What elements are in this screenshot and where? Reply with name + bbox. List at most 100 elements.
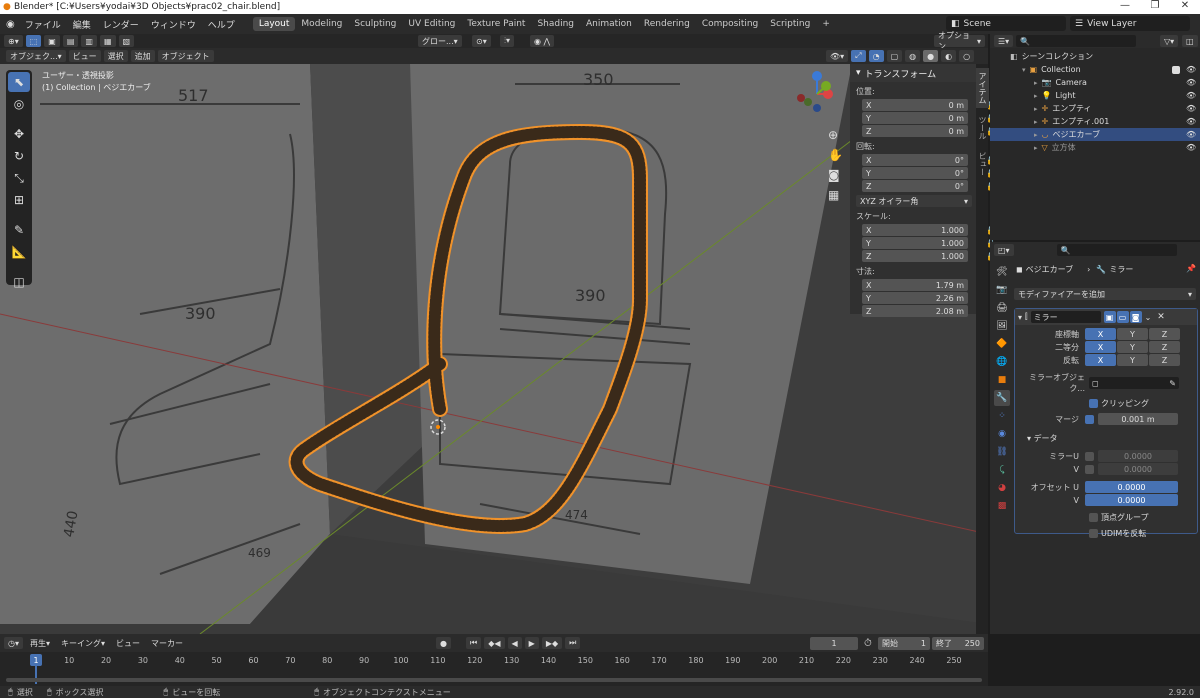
mirror-u-field[interactable]: 0.0000 [1098,450,1178,462]
mirror-u-checkbox[interactable] [1085,451,1094,461]
jump-end-icon[interactable]: ⏭ [565,637,581,649]
pan-hand-icon[interactable]: ✋ [828,148,843,162]
select-tool-icon[interactable]: ⬉ [8,72,30,92]
expand-arrow-icon[interactable]: ▾ [1022,66,1026,74]
xray-icon[interactable]: ▢ [886,50,903,62]
data-subpanel-header[interactable]: ▾ データ [1015,433,1197,444]
rotation-x-field[interactable]: X0°🔓 [862,154,996,166]
proportional-edit-icon[interactable]: ◉ ⋀ [530,35,555,47]
overlay-icon[interactable]: ◔ [868,50,884,62]
outliner-row[interactable]: ▸ ▽ 立方体 👁 [990,141,1200,154]
modifier-tab-icon[interactable]: 🔧 [994,390,1010,406]
timeline-scrollbar[interactable] [6,678,982,682]
menu-object[interactable]: オブジェクト [157,50,214,62]
record-icon[interactable]: ● [436,637,451,649]
tab-texture-paint[interactable]: Texture Paint [461,17,531,31]
flip-z-toggle[interactable]: Z [1149,354,1180,366]
close-icon[interactable]: ✕ [1170,0,1200,11]
outliner-search-input[interactable]: 🔍 [1016,35,1137,47]
menu-window[interactable]: ウィンドウ [145,18,202,31]
scene-selector[interactable]: ◧ Scene [946,16,1066,31]
move-tool-icon[interactable]: ✥ [8,124,30,144]
rotation-y-field[interactable]: Y0°🔓 [862,167,996,179]
prev-keyframe-icon[interactable]: ◆◀ [484,637,505,649]
expand-arrow-icon[interactable]: ▸ [1034,105,1038,113]
tab-item[interactable]: アイテム [976,68,989,108]
location-x-field[interactable]: X0 m🔓 [862,99,996,111]
visibility-eye-icon[interactable]: 👁 [1186,104,1196,113]
render-tab-icon[interactable]: 📷 [994,282,1010,298]
visibility-eye-icon[interactable]: 👁 [1186,91,1196,100]
modifier-menu-icon[interactable]: ⌄ [1145,313,1152,322]
visibility-eye-icon[interactable]: 👁 [1186,117,1196,126]
scale-y-field[interactable]: Y1.000🔓 [862,237,996,249]
cursor-tool-icon[interactable]: ◎ [8,94,30,114]
view-layer-selector[interactable]: ☰ View Layer [1070,16,1190,31]
scene-tab-icon[interactable]: 🔶 [994,336,1010,352]
tab-scripting[interactable]: Scripting [764,17,816,31]
bisect-z-toggle[interactable]: Z [1149,341,1180,353]
menu-timeline-view[interactable]: ビュー [112,637,144,649]
menu-edit[interactable]: 編集 [67,18,97,31]
shading-solid-icon[interactable]: ● [923,50,939,62]
outliner-row[interactable]: ▸ 💡 Light 👁 [990,89,1200,102]
axis-y-toggle[interactable]: Y [1117,328,1148,340]
add-cube-tool-icon[interactable]: ◫ [8,272,30,292]
outliner-row[interactable]: ▾ ▣ Collection 👁 [990,63,1200,76]
outliner-row[interactable]: ▸ 📷 Camera 👁 [990,76,1200,89]
blender-menu-icon[interactable]: ◉ [6,19,15,30]
scene-collection-row[interactable]: ◧ シーンコレクション [990,50,1200,63]
properties-editor-icon[interactable]: ◰▾ [994,244,1014,256]
material-tab-icon[interactable]: ◕ [994,480,1010,496]
tab-compositing[interactable]: Compositing [696,17,764,31]
add-modifier-dropdown[interactable]: モディファイアーを追加 ▾ [1014,288,1196,300]
bisect-y-toggle[interactable]: Y [1117,341,1148,353]
visibility-icon[interactable]: 👁▾ [826,50,849,62]
tab-rendering[interactable]: Rendering [638,17,696,31]
vertex-group-checkbox[interactable] [1089,513,1098,522]
select-box-icon[interactable]: ▣ [44,35,60,47]
world-tab-icon[interactable]: 🌐 [994,354,1010,370]
measure-tool-icon[interactable]: 📐 [8,242,30,262]
scale-z-field[interactable]: Z1.000🔓 [862,250,996,262]
maximize-icon[interactable]: ❐ [1140,0,1170,11]
expand-arrow-icon[interactable]: ▸ [1034,92,1038,100]
texture-tab-icon[interactable]: ▩ [994,498,1010,514]
tab-shading[interactable]: Shading [531,17,580,31]
scale-x-field[interactable]: X1.000🔓 [862,224,996,236]
output-tab-icon[interactable]: 🖨 [994,300,1010,316]
visibility-eye-icon[interactable]: 👁 [1186,130,1196,139]
menu-view[interactable]: ビュー [68,50,101,62]
new-collection-icon[interactable]: ◫ [1182,35,1198,47]
snap-icon[interactable]: ⫶▾ [500,35,515,47]
tab-view[interactable]: ビュー [976,148,989,180]
filter-icon[interactable]: ▽▾ [1160,35,1179,47]
transform-orientation-dropdown[interactable]: グロー... ▾ [418,35,462,47]
shading-wireframe-icon[interactable]: ◍ [905,50,921,62]
render-toggle-icon[interactable]: ◙ [1129,311,1142,323]
add-workspace-icon[interactable]: + [816,17,836,31]
select-intersect-icon[interactable]: ▧ [118,35,135,47]
tab-uv-editing[interactable]: UV Editing [402,17,461,31]
physics-tab-icon[interactable]: ◉ [994,426,1010,442]
menu-help[interactable]: ヘルプ [202,18,241,31]
expand-arrow-icon[interactable]: ▸ [1034,144,1038,152]
play-reverse-icon[interactable]: ◀ [507,637,522,649]
mirror-object-field[interactable]: ◻ ✎ [1089,377,1179,389]
jump-start-icon[interactable]: ⏮ [466,637,482,649]
annotate-tool-icon[interactable]: ✎ [8,220,30,240]
outliner-row[interactable]: ▸ ◡ ベジエカーブ 👁 [990,128,1200,141]
gizmo-toggle-icon[interactable]: ⤢ [851,50,866,62]
modifier-name-input[interactable]: ミラー [1030,311,1101,323]
particles-tab-icon[interactable]: ⁘ [994,408,1010,424]
visibility-eye-icon[interactable]: 👁 [1186,143,1196,152]
modifier-header[interactable]: ▾ ⫿ ミラー ▣ ▭ ◙ ⌄ ✕ [1015,309,1197,325]
merge-checkbox[interactable] [1085,414,1094,424]
data-tab-icon[interactable]: ⤹ [994,462,1010,478]
flip-udim-checkbox[interactable] [1089,529,1098,538]
menu-marker[interactable]: マーカー [147,637,187,649]
visibility-eye-icon[interactable]: 👁 [1186,65,1196,74]
camera-view-icon[interactable]: ◙ [828,168,840,182]
tab-sculpting[interactable]: Sculpting [348,17,402,31]
dimensions-x-field[interactable]: X 1.79 m [862,279,968,291]
